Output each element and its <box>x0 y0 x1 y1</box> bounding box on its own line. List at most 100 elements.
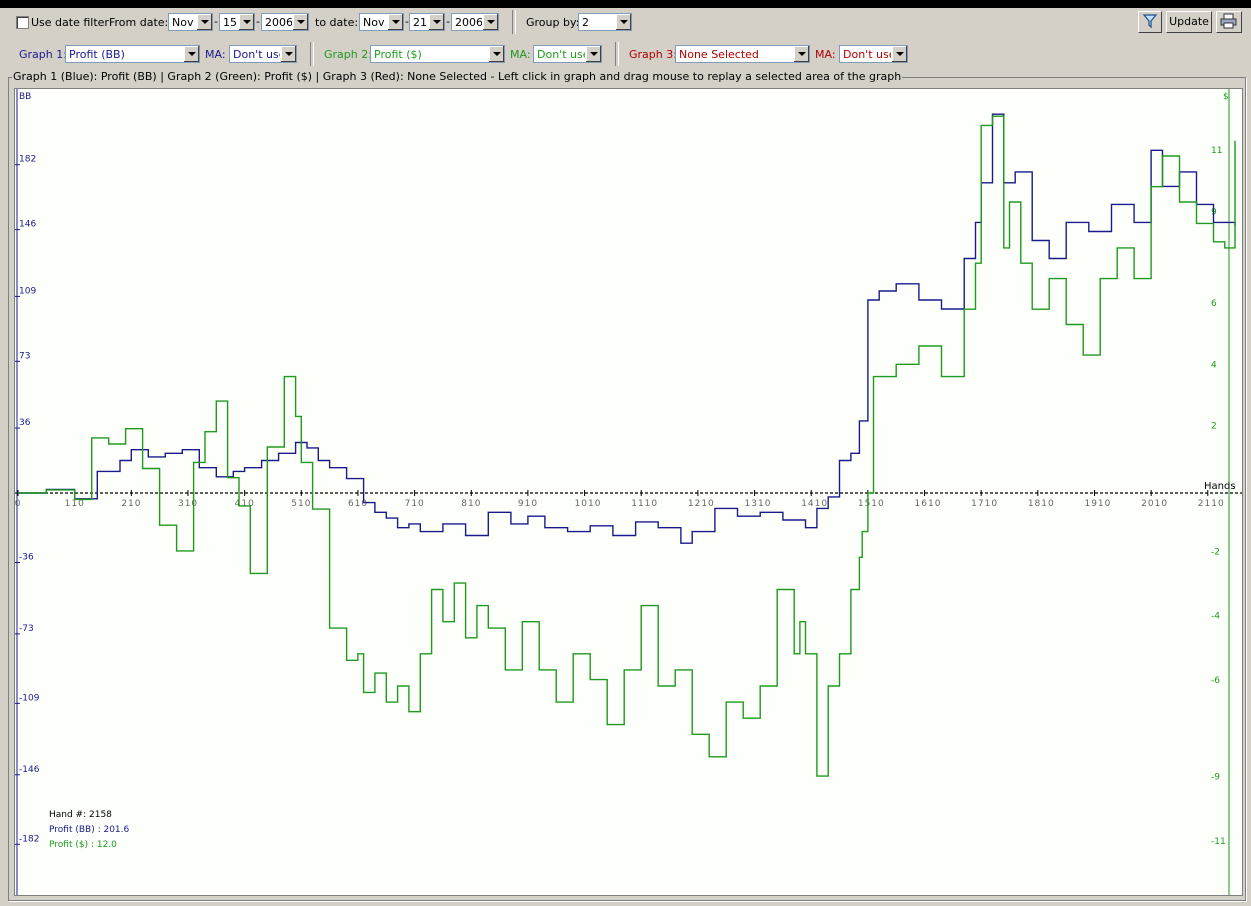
chevron-down-icon[interactable] <box>280 46 296 62</box>
x-tick-label: 210 <box>121 499 141 509</box>
from-year-select[interactable]: 2006 <box>261 13 309 31</box>
profit-chart[interactable]: BB $ Hands 182 146 109 73 36 -36 -73 -109 -146 -182 1… <box>8 89 1242 895</box>
graph2-ma-select[interactable]: Don't use <box>533 45 602 63</box>
right-y-tick-label: -11 <box>1211 837 1226 847</box>
x-tick-label: 1310 <box>745 499 772 509</box>
graph-caption: Graph 1 (Blue): Profit (BB) | Graph 2 (G… <box>12 70 903 83</box>
graph3-ma-select[interactable]: Don't use <box>839 45 908 63</box>
group-by-value: 2 <box>582 16 589 29</box>
print-button[interactable] <box>1216 11 1242 33</box>
print-icon <box>1220 13 1237 29</box>
graph3-value: None Selected <box>679 48 759 61</box>
series-line-2 <box>18 115 1236 777</box>
chevron-down-icon[interactable] <box>238 14 254 30</box>
graph-area[interactable]: BB $ Hands 182 146 109 73 36 -36 -73 -109 -146 -182 1… <box>8 88 1243 896</box>
graph3-select[interactable]: None Selected <box>675 45 810 63</box>
date-separator: - <box>446 15 450 28</box>
update-button[interactable]: Update <box>1166 11 1212 33</box>
use-date-filter-label: Use date filter <box>31 16 109 29</box>
x-tick-label: 610 <box>348 499 368 509</box>
graph3-ma-label: MA: <box>815 48 836 61</box>
filter-button[interactable] <box>1138 11 1162 33</box>
from-month-select[interactable]: Nov <box>168 13 213 31</box>
right-y-tick-label: -9 <box>1211 773 1220 783</box>
from-month-value: Nov <box>172 16 194 29</box>
date-separator: - <box>256 15 260 28</box>
left-y-tick-label: 109 <box>19 286 36 296</box>
from-day-value: 15 <box>223 16 237 29</box>
use-date-filter-checkbox[interactable] <box>16 16 29 29</box>
to-year-select[interactable]: 2006 <box>451 13 499 31</box>
chevron-down-icon[interactable] <box>488 46 504 62</box>
graph1-ma-value: Don't use <box>233 48 286 61</box>
top-border <box>0 0 1251 8</box>
toolbar-separator <box>512 10 516 34</box>
chevron-down-icon[interactable] <box>428 14 444 30</box>
right-y-tick-label: 6 <box>1211 299 1217 309</box>
left-y-tick-label: 146 <box>19 220 36 230</box>
chevron-down-icon[interactable] <box>891 46 907 62</box>
y-axis-label: BB <box>19 92 31 102</box>
hover-hand-number: Hand #: 2158 <box>49 810 112 820</box>
left-y-tick-label: 73 <box>19 351 30 361</box>
to-month-select[interactable]: Nov <box>359 13 404 31</box>
group-by-select[interactable]: 2 <box>578 13 632 31</box>
x-tick-label: 2110 <box>1198 499 1225 509</box>
chevron-down-icon[interactable] <box>585 46 601 62</box>
group-by-label: Group by: <box>526 16 580 29</box>
left-y-tick-label: -73 <box>19 624 34 634</box>
x-tick-label: 110 <box>65 499 85 509</box>
x-tick-label: 1910 <box>1084 499 1111 509</box>
x-tick-label: 1010 <box>575 499 602 509</box>
x-tick-label: 310 <box>178 499 198 509</box>
graph2-ma-label: MA: <box>510 48 531 61</box>
update-button-label: Update <box>1169 15 1209 28</box>
graph1-ma-label: MA: <box>205 48 226 61</box>
right-y-tick-label: 2 <box>1211 422 1217 432</box>
to-day-select[interactable]: 21 <box>409 13 445 31</box>
chevron-down-icon[interactable] <box>196 14 212 30</box>
chevron-down-icon[interactable] <box>183 46 199 62</box>
x-tick-label: 810 <box>461 499 481 509</box>
x-tick-label: 410 <box>235 499 255 509</box>
right-y-tick-label: -6 <box>1211 676 1220 686</box>
to-year-value: 2006 <box>455 16 483 29</box>
left-y-tick-label: 36 <box>19 418 31 428</box>
x-tick-label: 1410 <box>801 499 828 509</box>
series-line-1 <box>18 113 1236 544</box>
x-tick-label: 910 <box>518 499 538 509</box>
to-date-label: to date: <box>315 16 359 29</box>
from-year-value: 2006 <box>265 16 293 29</box>
x-tick-label: 2010 <box>1141 499 1168 509</box>
graph2-ma-value: Don't use <box>537 48 590 61</box>
right-y-tick-label: -2 <box>1211 547 1220 557</box>
hover-profit-usd: Profit ($) : 12.0 <box>49 840 117 850</box>
graph1-label: Graph 1: <box>19 48 67 61</box>
chevron-down-icon[interactable] <box>387 14 403 30</box>
x-tick-label: 1610 <box>915 499 942 509</box>
from-day-select[interactable]: 15 <box>219 13 255 31</box>
left-y-tick-label: -182 <box>19 834 39 844</box>
chevron-down-icon[interactable] <box>482 14 498 30</box>
graph-select-row: Graph 1: Profit (BB) MA: Don't use Graph… <box>0 40 1251 66</box>
chevron-down-icon[interactable] <box>292 14 308 30</box>
x-tick-label: 710 <box>405 499 425 509</box>
y2-axis-label: $ <box>1223 92 1229 102</box>
graph2-select[interactable]: Profit ($) <box>370 45 505 63</box>
x-axis-label: Hands <box>1204 481 1236 492</box>
chevron-down-icon[interactable] <box>793 46 809 62</box>
right-y-tick-label: 4 <box>1211 360 1217 370</box>
to-day-value: 21 <box>413 16 427 29</box>
chevron-down-icon[interactable] <box>615 14 631 30</box>
graph2-value: Profit ($) <box>374 48 422 61</box>
date-separator: - <box>214 15 218 28</box>
to-month-value: Nov <box>363 16 385 29</box>
graph1-select[interactable]: Profit (BB) <box>65 45 200 63</box>
x-tick-label: 1710 <box>971 499 998 509</box>
from-date-label: From date: <box>109 16 169 29</box>
toolbar-separator <box>615 42 619 66</box>
graph1-value: Profit (BB) <box>69 48 125 61</box>
right-y-tick-label: -4 <box>1211 612 1220 622</box>
graph1-ma-select[interactable]: Don't use <box>229 45 297 63</box>
x-tick-label: 1210 <box>688 499 715 509</box>
